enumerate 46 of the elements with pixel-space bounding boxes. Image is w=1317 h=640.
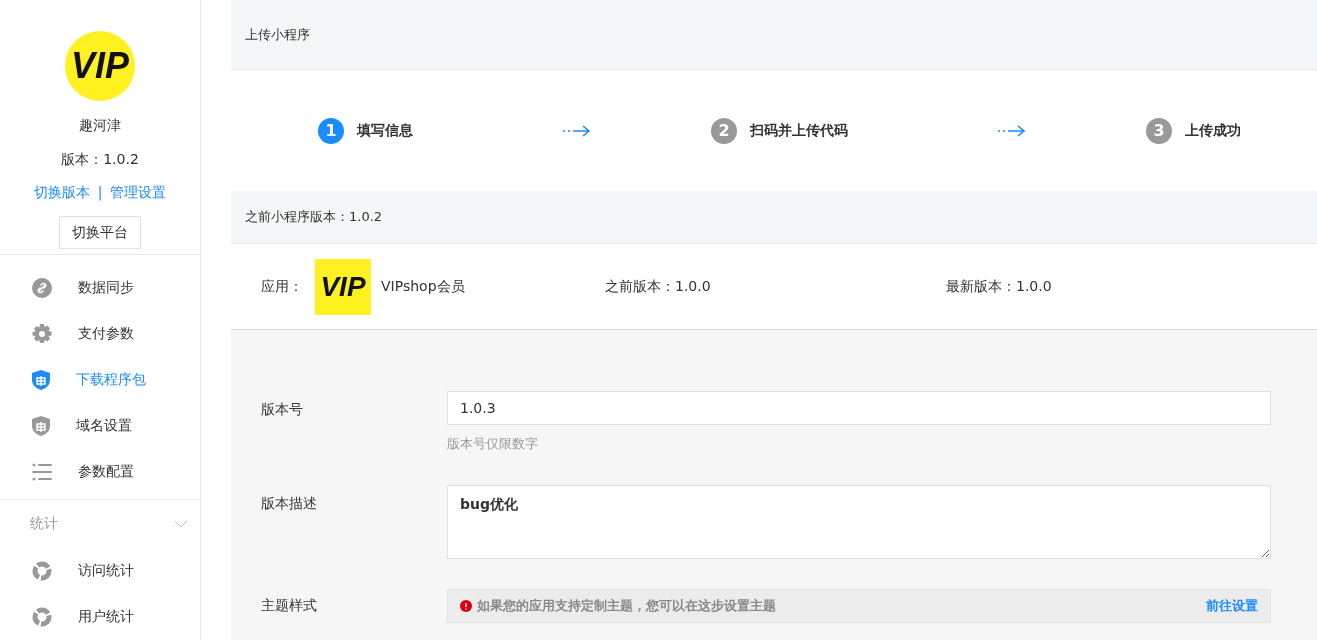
step-number: 3 (1146, 117, 1172, 144)
field-label: 版本号 (261, 400, 304, 419)
menu-item[interactable]: 域名设置 (0, 403, 200, 449)
arrow-icon (998, 124, 1026, 137)
donut-chart-icon (32, 561, 52, 581)
app-label: 应用： (261, 277, 303, 296)
menu-item[interactable]: 支付参数 (0, 311, 200, 357)
app-name: VIPshop会员 (381, 277, 466, 296)
version-input[interactable]: 1.0.3 (447, 391, 1271, 425)
switch-platform-button[interactable]: 切换平台 (59, 216, 141, 249)
arrow-icon (563, 124, 591, 137)
menu-item[interactable]: 数据同步 (0, 265, 200, 311)
list-icon (32, 462, 52, 482)
gear-icon (32, 324, 52, 344)
settings-link[interactable]: 管理设置 (110, 184, 167, 202)
page-header: 上传小程序 (231, 0, 1317, 70)
step-number: 1 (318, 117, 344, 144)
step-label: 填写信息 (357, 121, 413, 140)
previous-version: 之前版本：1.0.0 (605, 277, 712, 296)
menu-item[interactable]: 下载程序包 (0, 357, 200, 403)
section-title: 统计 (30, 515, 58, 533)
chevron-icon[interactable] (174, 520, 188, 528)
link-separator: | (97, 184, 103, 202)
menu-item[interactable]: 用户统计 (0, 594, 200, 640)
warning-icon (460, 600, 472, 612)
link-icon (32, 278, 52, 298)
account-name: 趣河津 (79, 117, 121, 135)
step-number: 2 (711, 117, 737, 144)
previous-version-bar: 之前小程序版本：1.0.2 (231, 191, 1317, 244)
vip-logo: VIP (65, 31, 135, 101)
step-label: 扫码并上传代码 (750, 121, 848, 140)
field-hint: 版本号仅限数字 (447, 435, 539, 453)
app-logo: VIP (315, 258, 371, 315)
step-label: 上传成功 (1185, 121, 1241, 140)
menu-item[interactable]: 参数配置 (0, 449, 200, 495)
field-label: 主题样式 (261, 596, 318, 615)
shield-icon (32, 370, 50, 390)
version-text: 版本：1.0.2 (61, 151, 139, 169)
shield-icon (32, 416, 50, 436)
switch-version-link[interactable]: 切换版本 (33, 184, 90, 202)
field-label: 版本描述 (261, 494, 318, 513)
menu-item[interactable]: 访问统计 (0, 548, 200, 594)
description-textarea[interactable]: bug优化 (447, 485, 1271, 559)
latest-version: 最新版本：1.0.0 (946, 277, 1052, 296)
notice-text: 如果您的应用支持定制主题，您可以在这步设置主题 (477, 597, 776, 615)
donut-chart-icon (32, 607, 52, 627)
